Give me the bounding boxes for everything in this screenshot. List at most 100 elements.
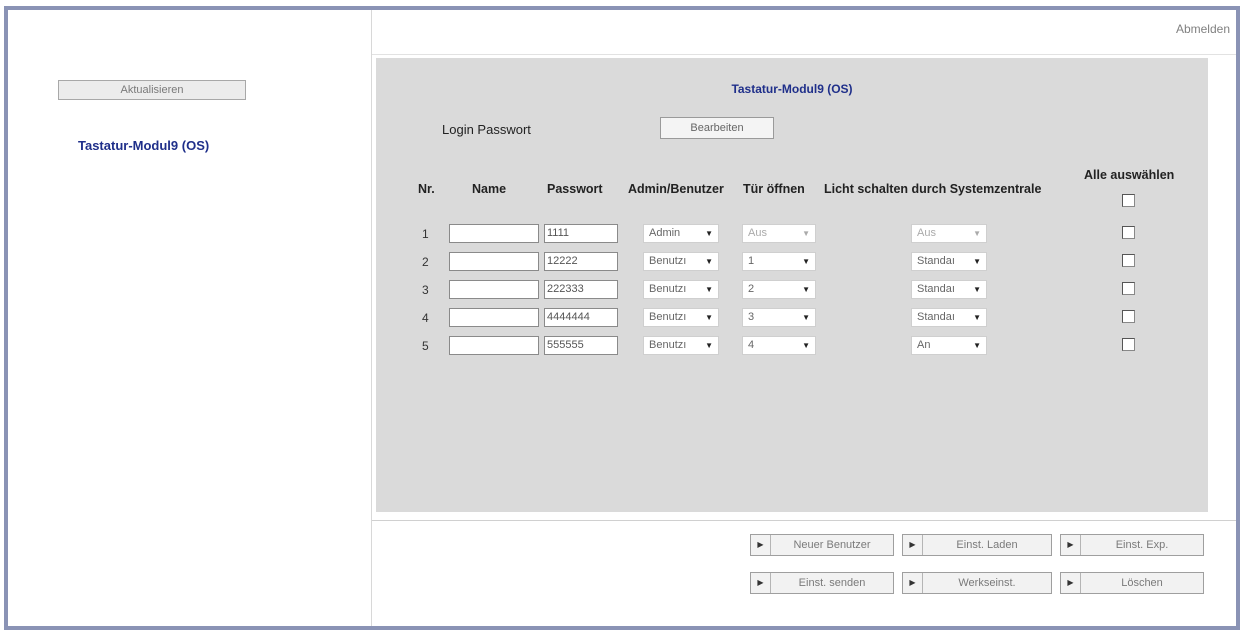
- password-input[interactable]: 555555: [544, 336, 618, 355]
- column-header-role: Admin/Benutzer: [628, 182, 724, 196]
- chevron-down-icon: ▼: [802, 313, 810, 322]
- column-header-password: Passwort: [547, 182, 603, 196]
- role-select-value: Admin: [649, 227, 681, 239]
- light-select-value: Standaı: [917, 255, 955, 267]
- password-input[interactable]: 1111: [544, 224, 618, 243]
- edit-password-button[interactable]: Bearbeiten: [660, 117, 774, 139]
- password-input[interactable]: 222333: [544, 280, 618, 299]
- triangle-right-icon: ▶: [903, 535, 923, 555]
- role-select-value: Benutzı: [649, 339, 687, 351]
- row-number: 2: [422, 255, 429, 269]
- chevron-down-icon: ▼: [973, 229, 981, 238]
- role-select[interactable]: Admin ▼: [643, 224, 719, 243]
- chevron-down-icon: ▼: [705, 313, 713, 322]
- door-select[interactable]: 3 ▼: [742, 308, 816, 327]
- sidebar-item-module[interactable]: Tastatur-Modul9 (OS): [78, 138, 209, 153]
- panel-title: Tastatur-Modul9 (OS): [731, 82, 853, 96]
- row-number: 5: [422, 339, 429, 353]
- chevron-down-icon: ▼: [802, 257, 810, 266]
- column-header-nr: Nr.: [418, 182, 435, 196]
- column-header-select-all: Alle auswählen: [1084, 168, 1175, 182]
- delete-button-label: Löschen: [1121, 577, 1163, 589]
- light-select-value: Standaı: [917, 311, 955, 323]
- name-input[interactable]: [449, 336, 539, 355]
- door-select[interactable]: 2 ▼: [742, 280, 816, 299]
- light-select-value: An: [917, 339, 931, 351]
- refresh-button[interactable]: Aktualisieren: [58, 80, 246, 100]
- door-select-value: 3: [748, 311, 755, 323]
- name-input[interactable]: [449, 252, 539, 271]
- door-select: Aus ▼: [742, 224, 816, 243]
- triangle-right-icon: ▶: [1061, 535, 1081, 555]
- send-settings-button-label: Einst. senden: [798, 577, 866, 589]
- triangle-right-icon: ▶: [903, 573, 923, 593]
- row-number: 1: [422, 227, 429, 241]
- column-header-door: Tür öffnen: [743, 182, 805, 196]
- door-select[interactable]: 1 ▼: [742, 252, 816, 271]
- new-user-button-label: Neuer Benutzer: [793, 539, 871, 551]
- column-header-name: Name: [472, 182, 507, 196]
- role-select[interactable]: Benutzı ▼: [643, 336, 719, 355]
- export-settings-button[interactable]: ▶ Einst. Exp.: [1060, 534, 1204, 556]
- door-select-value: 4: [748, 339, 755, 351]
- new-user-button[interactable]: ▶ Neuer Benutzer: [750, 534, 894, 556]
- footer-divider: [372, 520, 1236, 521]
- light-select[interactable]: Standaı ▼: [911, 280, 987, 299]
- chevron-down-icon: ▼: [802, 285, 810, 294]
- chevron-down-icon: ▼: [705, 257, 713, 266]
- role-select[interactable]: Benutzı ▼: [643, 252, 719, 271]
- row-checkbox[interactable]: [1122, 282, 1135, 295]
- table-row: 2 12222 Benutzı ▼ 1 ▼ Standaı ▼: [376, 252, 1208, 274]
- send-settings-button[interactable]: ▶ Einst. senden: [750, 572, 894, 594]
- header-divider: [372, 54, 1236, 55]
- triangle-right-icon: ▶: [751, 535, 771, 555]
- role-select-value: Benutzı: [649, 283, 687, 295]
- light-select[interactable]: An ▼: [911, 336, 987, 355]
- role-select[interactable]: Benutzı ▼: [643, 308, 719, 327]
- row-checkbox[interactable]: [1122, 310, 1135, 323]
- triangle-right-icon: ▶: [751, 573, 771, 593]
- table-row: 3 222333 Benutzı ▼ 2 ▼ Standaı ▼: [376, 280, 1208, 302]
- chevron-down-icon: ▼: [802, 229, 810, 238]
- light-select[interactable]: Standaı ▼: [911, 308, 987, 327]
- chevron-down-icon: ▼: [705, 341, 713, 350]
- name-input[interactable]: [449, 308, 539, 327]
- user-settings-panel: Tastatur-Modul9 (OS) Login Passwort Bear…: [376, 58, 1208, 512]
- load-settings-button-label: Einst. Laden: [956, 539, 1018, 551]
- role-select-value: Benutzı: [649, 311, 687, 323]
- logout-link[interactable]: Abmelden: [1176, 22, 1230, 36]
- password-input[interactable]: 12222: [544, 252, 618, 271]
- door-select-value: 1: [748, 255, 755, 267]
- door-select[interactable]: 4 ▼: [742, 336, 816, 355]
- row-checkbox[interactable]: [1122, 254, 1135, 267]
- login-password-label: Login Passwort: [442, 122, 531, 137]
- triangle-right-icon: ▶: [1061, 573, 1081, 593]
- row-number: 3: [422, 283, 429, 297]
- table-row: 4 4444444 Benutzı ▼ 3 ▼ Standaı ▼: [376, 308, 1208, 330]
- password-input[interactable]: 4444444: [544, 308, 618, 327]
- load-settings-button[interactable]: ▶ Einst. Laden: [902, 534, 1052, 556]
- factory-settings-button[interactable]: ▶ Werkseinst.: [902, 572, 1052, 594]
- light-select-value: Aus: [917, 227, 936, 239]
- role-select-value: Benutzı: [649, 255, 687, 267]
- select-all-checkbox[interactable]: [1122, 194, 1135, 207]
- delete-button[interactable]: ▶ Löschen: [1060, 572, 1204, 594]
- name-input[interactable]: [449, 280, 539, 299]
- row-checkbox[interactable]: [1122, 226, 1135, 239]
- chevron-down-icon: ▼: [705, 229, 713, 238]
- door-select-value: 2: [748, 283, 755, 295]
- chevron-down-icon: ▼: [705, 285, 713, 294]
- app-window: Aktualisieren Tastatur-Modul9 (OS) Abmel…: [4, 6, 1240, 630]
- column-header-light: Licht schalten durch Systemzentrale: [824, 182, 1042, 196]
- chevron-down-icon: ▼: [973, 285, 981, 294]
- chevron-down-icon: ▼: [973, 313, 981, 322]
- name-input[interactable]: [449, 224, 539, 243]
- row-checkbox[interactable]: [1122, 338, 1135, 351]
- export-settings-button-label: Einst. Exp.: [1115, 539, 1169, 551]
- light-select[interactable]: Standaı ▼: [911, 252, 987, 271]
- chevron-down-icon: ▼: [973, 341, 981, 350]
- table-row: 1 1111 Admin ▼ Aus ▼ Aus ▼: [376, 224, 1208, 246]
- factory-settings-button-label: Werkseinst.: [958, 577, 1016, 589]
- row-number: 4: [422, 311, 429, 325]
- role-select[interactable]: Benutzı ▼: [643, 280, 719, 299]
